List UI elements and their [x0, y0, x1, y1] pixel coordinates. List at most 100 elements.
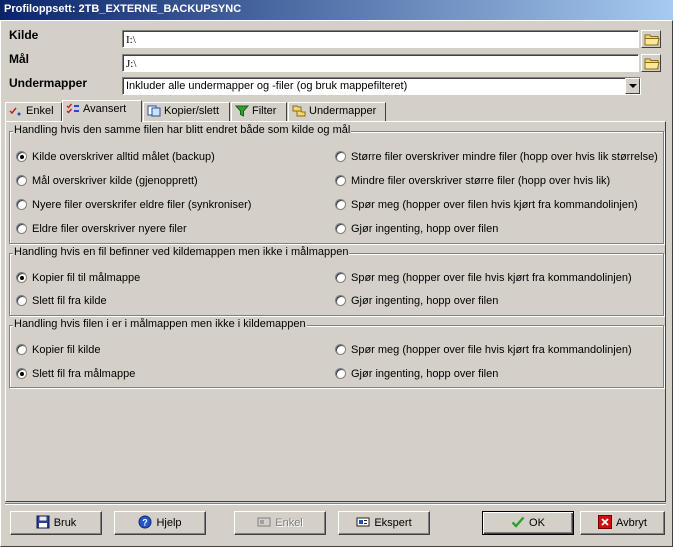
help-icon: ?	[138, 515, 152, 529]
radio-older-overwrites-newer[interactable]: Eldre filer overskriver nyere filer	[16, 222, 187, 235]
cancel-button[interactable]: Avbryt	[580, 511, 665, 535]
subfolders-select-value: Inkluder alle undermapper og -filer (og …	[126, 80, 408, 92]
tab-filter[interactable]: Filter	[231, 102, 287, 121]
radio-do-nothing-source[interactable]: Gjør ingenting, hopp over filen	[335, 294, 499, 307]
radio-label: Større filer overskriver mindre filer (h…	[351, 151, 658, 163]
copy-delete-icon	[147, 105, 161, 117]
radio-button[interactable]	[16, 222, 27, 234]
radio-do-nothing-target[interactable]: Gjør ingenting, hopp over filen	[335, 367, 499, 380]
radio-ask-me-target[interactable]: Spør meg (hopper over file hvis kjørt fr…	[335, 343, 632, 356]
radio-label: Gjør ingenting, hopp over filen	[351, 223, 499, 235]
group-title: Handling hvis en fil befinner ved kildem…	[13, 246, 350, 258]
radio-ask-me-source[interactable]: Spør meg (hopper over file hvis kjørt fr…	[335, 271, 632, 284]
radio-button[interactable]	[16, 367, 27, 379]
radio-button[interactable]	[335, 150, 346, 162]
target-path-input[interactable]: J:\	[122, 54, 639, 72]
radio-do-nothing[interactable]: Gjør ingenting, hopp over filen	[335, 222, 499, 235]
radio-smaller-overwrites-larger[interactable]: Mindre filer overskriver større filer (h…	[335, 174, 611, 187]
help-button[interactable]: ? Hjelp	[114, 511, 206, 535]
radio-source-overwrites-target[interactable]: Kilde overskriver alltid målet (backup)	[16, 150, 215, 163]
simple-mode-icon	[257, 517, 271, 527]
radio-button[interactable]	[16, 198, 27, 210]
radio-button[interactable]	[16, 343, 27, 355]
radio-label: Gjør ingenting, hopp over filen	[351, 368, 499, 380]
radio-button[interactable]	[16, 174, 27, 186]
tab-label: Kopier/slett	[164, 105, 220, 117]
button-label: Bruk	[53, 517, 77, 529]
button-label: Avbryt	[616, 517, 647, 529]
tab-kopier-slett[interactable]: Kopier/slett	[143, 102, 230, 121]
tab-label: Filter	[252, 105, 277, 117]
radio-button[interactable]	[335, 174, 346, 186]
advanced-settings-icon	[66, 103, 79, 114]
target-browse-button[interactable]	[641, 54, 661, 72]
group-title: Handling hvis den samme filen har blitt …	[13, 124, 352, 136]
radio-copy-to-source[interactable]: Kopier fil kilde	[16, 343, 101, 356]
checkmark-icon	[511, 516, 525, 528]
button-label: OK	[529, 517, 545, 529]
button-label: Enkel	[275, 517, 303, 529]
radio-label: Mål overskriver kilde (gjenopprett)	[32, 175, 198, 187]
radio-label: Kilde overskriver alltid målet (backup)	[32, 151, 215, 163]
expert-mode-icon	[356, 517, 370, 527]
chevron-down-icon[interactable]	[625, 78, 640, 94]
button-label: Ekspert	[374, 517, 412, 529]
checklist-icon	[9, 107, 21, 116]
folder-icon	[644, 34, 660, 46]
subfolder-icon	[292, 105, 306, 117]
save-disk-icon	[36, 515, 50, 529]
ok-button[interactable]: OK	[482, 511, 574, 535]
filter-funnel-icon	[235, 105, 249, 117]
radio-label: Mindre filer overskriver større filer (h…	[351, 175, 611, 187]
radio-button[interactable]	[335, 343, 346, 355]
radio-target-overwrites-source[interactable]: Mål overskriver kilde (gjenopprett)	[16, 174, 198, 187]
tab-enkel[interactable]: Enkel	[5, 102, 62, 121]
radio-label: Kopier fil kilde	[32, 344, 101, 356]
radio-delete-from-target[interactable]: Slett fil fra målmappe	[16, 367, 136, 380]
radio-larger-overwrites-smaller[interactable]: Større filer overskriver mindre filer (h…	[335, 150, 658, 163]
radio-button[interactable]	[335, 367, 346, 379]
radio-label: Spør meg (hopper over filen hvis kjørt f…	[351, 199, 638, 211]
tab-label: Enkel	[26, 105, 54, 117]
radio-label: Spør meg (hopper over file hvis kjørt fr…	[351, 272, 632, 284]
radio-button[interactable]	[335, 198, 346, 210]
expert-button[interactable]: Ekspert	[338, 511, 430, 535]
radio-delete-from-source[interactable]: Slett fil fra kilde	[16, 294, 107, 307]
bottom-separator	[5, 503, 666, 505]
subfolders-select[interactable]: Inkluder alle undermapper og -filer (og …	[122, 77, 641, 95]
folder-icon	[644, 58, 660, 70]
radio-button[interactable]	[335, 271, 346, 283]
title-bar[interactable]: Profiloppsett: 2TB_EXTERNE_BACKUPSYNC	[0, 0, 673, 20]
radio-label: Slett fil fra målmappe	[32, 368, 136, 380]
radio-label: Eldre filer overskriver nyere filer	[32, 223, 187, 235]
radio-button[interactable]	[335, 222, 346, 234]
source-label: Kilde	[9, 28, 39, 42]
radio-button[interactable]	[335, 294, 346, 306]
target-label: Mål	[9, 52, 30, 66]
radio-label: Spør meg (hopper over file hvis kjørt fr…	[351, 344, 632, 356]
radio-button[interactable]	[16, 294, 27, 306]
use-button[interactable]: Bruk	[10, 511, 102, 535]
source-path-input[interactable]: I:\	[122, 30, 639, 48]
close-icon	[598, 515, 612, 530]
radio-copy-to-target[interactable]: Kopier fil til målmappe	[16, 271, 141, 284]
radio-label: Slett fil fra kilde	[32, 295, 107, 307]
button-label: Hjelp	[156, 517, 182, 529]
radio-newer-overwrites-older[interactable]: Nyere filer overskrifer eldre filer (syn…	[16, 198, 252, 211]
radio-ask-me[interactable]: Spør meg (hopper over filen hvis kjørt f…	[335, 198, 638, 211]
tab-label: Undermapper	[309, 105, 377, 117]
window-title: Profiloppsett: 2TB_EXTERNE_BACKUPSYNC	[4, 3, 242, 15]
tab-undermapper[interactable]: Undermapper	[288, 102, 386, 121]
tab-label: Avansert	[83, 103, 127, 115]
radio-label: Gjør ingenting, hopp over filen	[351, 295, 499, 307]
radio-button[interactable]	[16, 150, 27, 162]
simple-button[interactable]: Enkel	[234, 511, 326, 535]
source-browse-button[interactable]	[641, 30, 661, 48]
group-title: Handling hvis filen i er i målmappen men…	[13, 318, 307, 330]
subfolders-label: Undermapper	[9, 76, 88, 90]
radio-label: Kopier fil til målmappe	[32, 272, 141, 284]
svg-text:?: ?	[143, 518, 149, 528]
radio-label: Nyere filer overskrifer eldre filer (syn…	[32, 199, 252, 211]
tab-avansert[interactable]: Avansert	[62, 100, 142, 122]
radio-button[interactable]	[16, 271, 27, 283]
